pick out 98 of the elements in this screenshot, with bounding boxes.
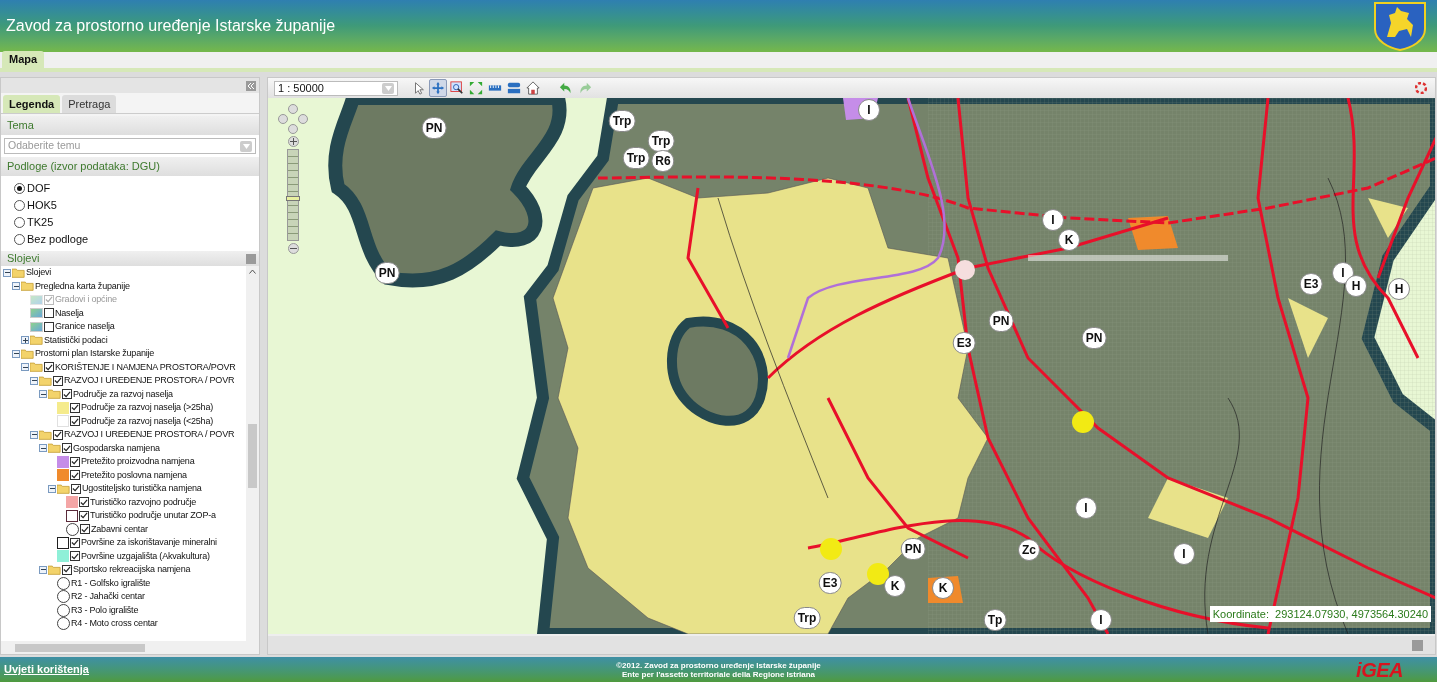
layer-checkbox[interactable] <box>44 308 54 319</box>
folder-icon <box>21 281 34 292</box>
radio-option[interactable]: Bez podloge <box>14 231 259 247</box>
layer-label[interactable]: Područje za razvoj naselja (<25ha) <box>81 414 214 428</box>
radio-option[interactable]: DOF <box>14 180 259 196</box>
collapse-panel-button[interactable] <box>246 80 256 91</box>
layer-label[interactable]: Ugostiteljsko turistička namjena <box>82 482 202 496</box>
zoom-slider-track[interactable] <box>287 149 299 241</box>
layer-label[interactable]: Turističko područje unutar ZOP-a <box>90 509 216 523</box>
collapse-toggle-icon[interactable] <box>12 349 20 358</box>
expand-toggle-icon[interactable] <box>21 336 29 345</box>
layer-checkbox[interactable] <box>79 510 89 521</box>
section-header: Slojevi <box>7 251 40 267</box>
section-header: Tema <box>1 116 259 135</box>
layer-checkbox[interactable] <box>80 524 90 535</box>
folder-icon <box>39 375 52 386</box>
layer-label[interactable]: R4 - Moto cross centar <box>71 617 158 631</box>
copyright-text: Ente per l'assetto territoriale della Regione Istriana <box>621 669 816 679</box>
folder-icon <box>39 429 52 440</box>
folder-icon <box>21 348 34 359</box>
layer-checkbox[interactable] <box>62 389 72 400</box>
layer-label[interactable]: Površine uzgajališta (Akvakultura) <box>81 549 210 563</box>
zoom-in-icon[interactable] <box>287 136 299 147</box>
layer-label[interactable]: Pregledna karta županije <box>35 279 130 293</box>
layer-checkbox[interactable] <box>44 362 54 373</box>
zoom-out-icon[interactable] <box>287 243 299 254</box>
layer-checkbox[interactable] <box>70 537 80 548</box>
map-tab[interactable]: Mapa <box>2 51 45 68</box>
layer-label[interactable]: R2 - Jahački centar <box>71 590 145 604</box>
layer-checkbox[interactable] <box>70 402 80 413</box>
layer-checkbox[interactable] <box>53 375 63 386</box>
layer-label[interactable]: R3 - Polo igralište <box>71 603 139 617</box>
scale-select[interactable]: 1 : 50000 <box>274 80 398 96</box>
layer-label[interactable]: Naselja <box>55 306 84 320</box>
igea-logo: iGEA <box>1356 659 1403 680</box>
layer-label[interactable]: Prostorni plan Istarske županije <box>35 347 155 361</box>
layer-checkbox[interactable] <box>62 564 72 575</box>
dropdown-caret-icon <box>240 140 252 152</box>
layer-label[interactable]: Pretežito poslovna namjena <box>81 468 187 482</box>
layer-label[interactable]: Zabavni centar <box>91 522 148 536</box>
layer-label[interactable]: Granice naselja <box>55 320 115 334</box>
panel-tab[interactable]: Pretraga <box>62 95 117 113</box>
zoom-box-icon[interactable] <box>448 79 466 97</box>
collapse-toggle-icon[interactable] <box>39 444 47 453</box>
collapse-toggle-icon[interactable] <box>12 282 20 291</box>
section-header: Podloge (izvor podataka: DGU) <box>1 157 259 176</box>
help-icon[interactable] <box>1415 82 1427 94</box>
layer-label[interactable]: Područje za razvoj naselja (>25ha) <box>81 401 214 415</box>
layer-checkbox[interactable] <box>62 443 72 454</box>
layer-checkbox[interactable] <box>70 551 80 562</box>
collapse-toggle-icon[interactable] <box>21 363 29 372</box>
layer-checkbox[interactable] <box>70 416 80 427</box>
layer-checkbox[interactable] <box>44 321 54 332</box>
zoom-slider-thumb[interactable] <box>286 196 300 202</box>
horizontal-scrollbar[interactable] <box>1 641 259 654</box>
scroll-up-icon[interactable] <box>249 269 256 274</box>
radio-option[interactable]: HOK5 <box>14 197 259 213</box>
collapse-toggle-icon[interactable] <box>30 376 38 385</box>
collapse-toggle-icon[interactable] <box>3 268 11 277</box>
folder-icon <box>48 443 61 454</box>
layer-checkbox[interactable] <box>70 470 80 481</box>
layer-label[interactable]: Područje za razvoj naselja <box>73 387 173 401</box>
layer-label[interactable]: Pretežito proizvodna namjena <box>81 455 195 469</box>
layer-label[interactable]: Gospodarska namjena <box>73 441 160 455</box>
vertical-scrollbar[interactable] <box>246 266 259 641</box>
scrollbar-thumb[interactable] <box>248 424 257 488</box>
terms-link[interactable]: Uvjeti korištenja <box>4 661 204 678</box>
layer-label[interactable]: Statistički podaci <box>44 333 108 347</box>
layer-checkbox[interactable] <box>79 497 89 508</box>
layer-checkbox[interactable] <box>53 429 63 440</box>
dropdown-caret-icon <box>382 82 394 94</box>
folder-icon <box>48 564 61 575</box>
layer-label[interactable]: RAZVOJ I UREĐENJE PROSTORA / POVR <box>64 374 235 388</box>
folder-icon <box>30 335 43 346</box>
full-extent-icon[interactable] <box>467 79 485 97</box>
layer-label[interactable]: RAZVOJ I UREĐENJE PROSTORA / POVR <box>64 428 235 442</box>
layer-label[interactable]: Površine za iskorištavanje mineralni <box>81 536 217 550</box>
home-icon[interactable] <box>524 79 542 97</box>
layer-label[interactable]: R1 - Golfsko igralište <box>71 576 151 590</box>
layer-checkbox[interactable] <box>71 483 81 494</box>
scrollbar-thumb[interactable] <box>15 643 145 652</box>
collapse-toggle-icon[interactable] <box>48 484 56 493</box>
collapse-toggle-icon[interactable] <box>39 390 47 399</box>
folder-icon <box>57 483 70 494</box>
layer-label[interactable]: KORIŠTENJE I NAMJENA PROSTORA/POVR <box>55 360 236 374</box>
layer-label[interactable]: Turističko razvojno područje <box>90 495 197 509</box>
layer-checkbox[interactable] <box>70 456 80 467</box>
panel-tab[interactable]: Legenda <box>3 95 61 113</box>
folder-icon <box>48 389 61 400</box>
copyright-text: ©2012. Zavod za prostorno uređenje Istarske županije <box>616 660 821 670</box>
pan-icon[interactable] <box>429 79 447 97</box>
layer-label[interactable]: Sportsko rekreacijska namjena <box>73 563 191 577</box>
layer-label[interactable]: Slojevi <box>26 266 52 280</box>
radio-option[interactable]: TK25 <box>14 214 259 230</box>
app-title: Zavod za prostorno uređenje Istarske županije <box>6 16 336 36</box>
collapse-toggle-icon[interactable] <box>30 430 38 439</box>
folder-icon <box>30 362 43 373</box>
collapse-toggle-icon[interactable] <box>39 565 47 574</box>
